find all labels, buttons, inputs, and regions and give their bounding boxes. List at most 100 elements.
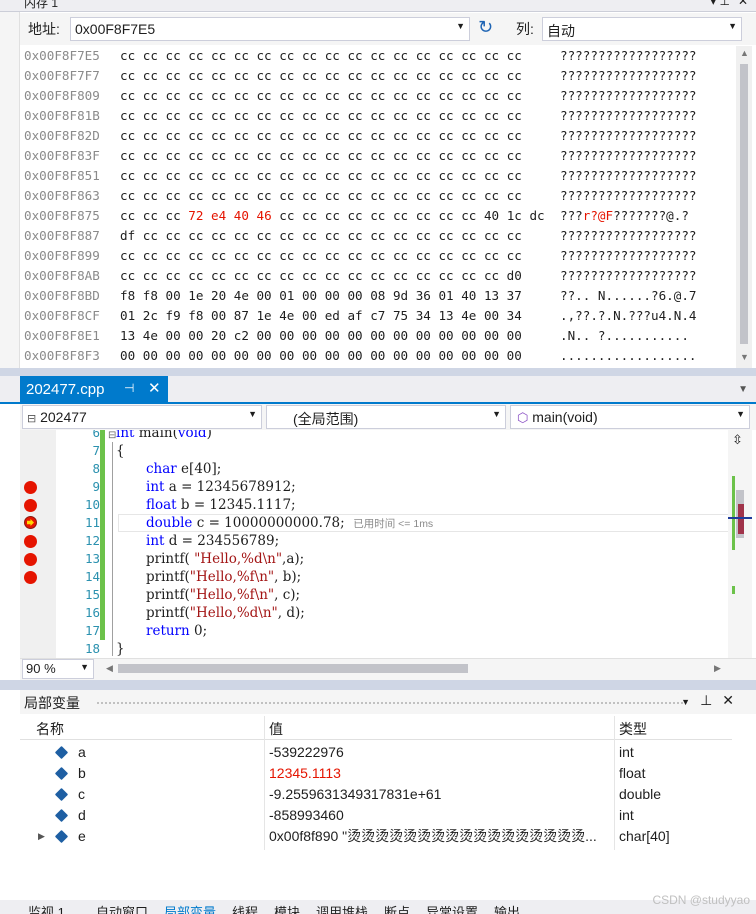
current-statement-arrow-icon[interactable] — [24, 516, 37, 529]
splitter[interactable] — [0, 368, 756, 376]
locals-row-b[interactable]: b 12345.1113 float — [20, 763, 732, 784]
memory-ascii[interactable]: ?????????????????? — [560, 146, 696, 166]
memory-ascii[interactable]: ?????????????????? — [560, 186, 696, 206]
tool-tab[interactable]: 输出 — [494, 902, 520, 914]
scroll-right-icon[interactable]: ▶ — [714, 663, 721, 674]
memory-bytes[interactable]: cc cc cc cc cc cc cc cc cc cc cc cc cc c… — [120, 86, 522, 106]
locals-row-c[interactable]: c -9.2559631349317831e+61 double — [20, 784, 732, 805]
close-icon[interactable]: ✕ — [722, 692, 744, 708]
memory-bytes[interactable]: cc cc cc 72 e4 40 46 cc cc cc cc cc cc c… — [120, 206, 545, 226]
columns-select[interactable]: 自动 ▼ — [542, 17, 742, 41]
close-icon[interactable]: ✕ — [148, 379, 161, 397]
variable-value[interactable]: -858993460 — [269, 805, 599, 826]
tool-tab[interactable]: 局部变量 — [164, 902, 216, 914]
memory-bytes[interactable]: 00 00 00 00 00 00 00 00 00 00 00 00 00 0… — [120, 346, 522, 366]
memory-bytes[interactable]: cc cc cc cc cc cc cc cc cc cc cc cc cc c… — [120, 266, 522, 286]
memory-bytes[interactable]: 13 4e 00 00 20 c2 00 00 00 00 00 00 00 0… — [120, 326, 522, 346]
tool-tab[interactable]: 模块 — [274, 902, 300, 914]
chevron-down-icon[interactable]: ▼ — [248, 409, 257, 419]
memory-bytes[interactable]: cc cc cc cc cc cc cc cc cc cc cc cc cc c… — [120, 166, 522, 186]
scroll-left-icon[interactable]: ◀ — [106, 663, 113, 674]
breakpoint-icon[interactable] — [24, 499, 37, 512]
memory-ascii[interactable]: ?????????????????? — [560, 266, 696, 286]
locals-row-d[interactable]: d -858993460 int — [20, 805, 732, 826]
memory-ascii[interactable]: ???r?@F???????@.? — [560, 206, 689, 226]
memory-bytes[interactable]: cc cc cc cc cc cc cc cc cc cc cc cc cc c… — [120, 246, 522, 266]
function-value: main(void) — [532, 409, 598, 425]
breakpoint-icon[interactable] — [24, 481, 37, 494]
memory-ascii[interactable]: ?????????????????? — [560, 166, 696, 186]
dropdown-icon[interactable]: ▼ — [681, 697, 700, 707]
tab-202477-cpp[interactable]: 202477.cpp ⊣ ✕ — [20, 376, 168, 404]
header-value[interactable]: 值 — [269, 719, 283, 739]
tool-tab[interactable]: 自动窗口 — [96, 902, 148, 914]
zoom-select[interactable]: 90 % ▼ — [22, 659, 94, 679]
locals-row-e[interactable]: ▶ e 0x00f8f890 "烫烫烫烫烫烫烫烫烫烫烫烫烫烫烫烫烫... char[4… — [20, 826, 732, 847]
memory-bytes[interactable]: df cc cc cc cc cc cc cc cc cc cc cc cc c… — [120, 226, 522, 246]
scroll-down-icon[interactable]: ▼ — [740, 352, 749, 362]
chevron-down-icon[interactable]: ▼ — [80, 662, 89, 672]
editor-hscroll-thumb[interactable] — [118, 664, 468, 673]
close-icon[interactable]: ✕ — [738, 0, 748, 8]
expand-icon[interactable]: ▶ — [38, 826, 45, 847]
memory-ascii[interactable]: .N.. ?........... — [560, 326, 689, 346]
header-type[interactable]: 类型 — [619, 719, 647, 739]
variable-value[interactable]: -9.2559631349317831e+61 — [269, 784, 599, 805]
memory-ascii[interactable]: ?????????????????? — [560, 226, 696, 246]
memory-rows: 0x00F8F7E5 cc cc cc cc cc cc cc cc cc cc … — [20, 46, 732, 368]
refresh-icon[interactable]: ↻ — [478, 17, 493, 38]
chevron-down-icon[interactable]: ▼ — [492, 409, 501, 419]
editor-vscrollbar[interactable]: ⇳ — [728, 430, 752, 658]
splitter[interactable] — [0, 680, 756, 690]
scope-select[interactable]: (全局范围) ▼ — [266, 405, 506, 429]
tool-tab[interactable]: 断点 — [384, 902, 410, 914]
breakpoint-icon[interactable] — [24, 535, 37, 548]
project-select[interactable]: ⊟ 202477 ▼ — [22, 405, 262, 429]
memory-bytes[interactable]: cc cc cc cc cc cc cc cc cc cc cc cc cc c… — [120, 146, 522, 166]
tool-tab[interactable]: 调用堆栈 — [316, 902, 368, 914]
pin-icon[interactable]: ▾ ⊥ — [710, 0, 730, 8]
memory-ascii[interactable]: .,??.?.N.???u4.N.4 — [560, 306, 696, 326]
memory-bytes[interactable]: cc cc cc cc cc cc cc cc cc cc cc cc cc c… — [120, 66, 522, 86]
memory-ascii[interactable]: ??.. N......?6.@.7 — [560, 286, 696, 306]
memory-vscrollbar[interactable]: ▲ ▼ — [736, 46, 752, 368]
breakpoint-icon[interactable] — [24, 571, 37, 584]
address-input[interactable]: 0x00F8F7E5 ▼ — [70, 17, 470, 41]
memory-ascii[interactable]: ?????????????????? — [560, 46, 696, 66]
variable-value[interactable]: 0x00f8f890 "烫烫烫烫烫烫烫烫烫烫烫烫烫烫烫烫烫... — [269, 826, 599, 847]
memory-bytes[interactable]: f8 f8 00 1e 20 4e 00 01 00 00 00 08 9d 3… — [120, 286, 522, 306]
memory-ascii[interactable]: .................. — [560, 346, 696, 366]
variable-value[interactable]: -539222976 — [269, 742, 599, 763]
header-name[interactable]: 名称 — [36, 719, 64, 739]
pin-icon[interactable]: ⊣ — [124, 381, 134, 395]
variable-value[interactable]: 12345.1113 — [269, 763, 599, 784]
memory-bytes[interactable]: cc cc cc cc cc cc cc cc cc cc cc cc cc c… — [120, 46, 522, 66]
titlebar-grip[interactable] — [96, 701, 686, 705]
function-select[interactable]: ⬡ main(void) ▼ — [510, 405, 750, 429]
memory-ascii[interactable]: ?????????????????? — [560, 246, 696, 266]
memory-bytes[interactable]: cc cc cc cc cc cc cc cc cc cc cc cc cc c… — [120, 126, 522, 146]
chevron-down-icon[interactable]: ▼ — [728, 21, 737, 31]
memory-ascii[interactable]: ?????????????????? — [560, 66, 696, 86]
tool-tab[interactable]: 线程 — [232, 902, 258, 914]
memory-ascii[interactable]: ?????????????????? — [560, 86, 696, 106]
memory-bytes[interactable]: cc cc cc cc cc cc cc cc cc cc cc cc cc c… — [120, 186, 522, 206]
memory-scroll-thumb[interactable] — [740, 64, 748, 344]
locals-row-a[interactable]: a -539222976 int — [20, 742, 732, 763]
chevron-down-icon[interactable]: ▼ — [456, 21, 465, 31]
memory-ascii[interactable]: ?????????????????? — [560, 126, 696, 146]
variable-type: double — [619, 786, 662, 802]
split-icon[interactable]: ⇳ — [732, 432, 743, 448]
scroll-up-icon[interactable]: ▲ — [740, 48, 749, 58]
memory-bytes[interactable]: 01 2c f9 f8 00 87 1e 4e 00 ed af c7 75 3… — [120, 306, 522, 326]
tool-tab[interactable]: 异常设置 — [426, 902, 478, 914]
tab-overflow-icon[interactable]: ▼ — [738, 384, 748, 395]
code-editor[interactable]: 6 7 8 9 10 11 12 13 14 15 16 17 18 ⊟ int main(void) … — [20, 430, 756, 658]
chevron-down-icon[interactable]: ▼ — [736, 409, 745, 419]
tool-tab[interactable]: 监视 1 — [28, 902, 65, 914]
memory-bytes[interactable]: cc cc cc cc cc cc cc cc cc cc cc cc cc c… — [120, 106, 522, 126]
memory-ascii[interactable]: ?????????????????? — [560, 106, 696, 126]
breakpoint-icon[interactable] — [24, 553, 37, 566]
pin-icon[interactable]: ⊥ — [700, 692, 722, 708]
code-line-17: return 0; — [146, 623, 208, 639]
